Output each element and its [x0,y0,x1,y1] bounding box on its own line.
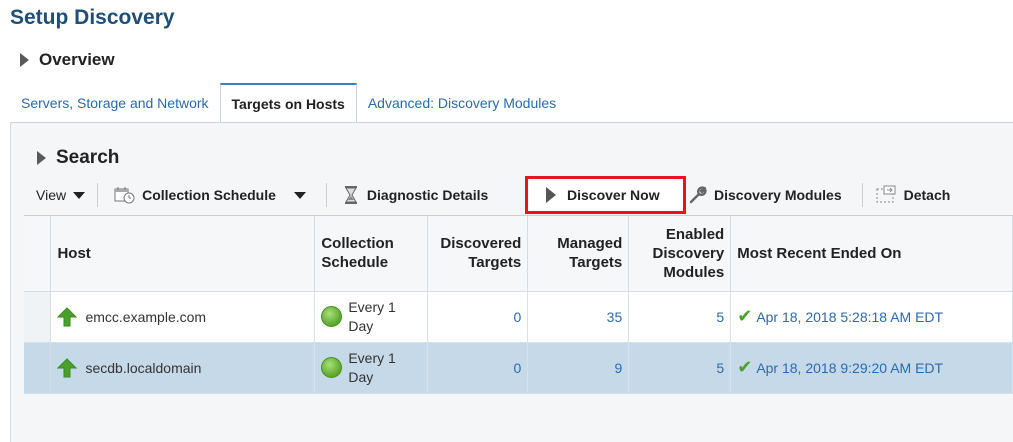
toolbar-divider [97,183,99,207]
managed-targets-link[interactable]: 9 [527,342,630,394]
disclosure-triangle-icon [20,53,29,67]
recent-cell: ✔ Apr 18, 2018 5:28:18 AM EDT [730,291,1013,343]
recent-cell: ✔ Apr 18, 2018 9:29:20 AM EDT [730,342,1013,394]
discovery-table: Host Collection Schedule Discovered Targ… [24,216,1013,394]
green-dot-icon [321,306,343,327]
tab-servers-storage-network[interactable]: Servers, Storage and Network [10,83,220,123]
discovery-table-container: Host Collection Schedule Discovered Targ… [24,215,1013,442]
overview-section-toggle[interactable]: Overview [20,50,115,70]
recent-ended-link[interactable]: Apr 18, 2018 9:29:20 AM EDT [756,360,943,376]
discovery-modules-button[interactable]: Discovery Modules [688,180,842,210]
column-header-managed-targets[interactable]: Managed Targets [527,216,630,292]
detach-icon [876,185,896,203]
overview-label: Overview [39,50,115,69]
checkmark-icon: ✔ [737,306,753,326]
toolbar-right: Discovery Modules Detach [688,176,1013,214]
row-selector[interactable] [24,342,52,394]
enabled-modules-link[interactable]: 5 [628,342,732,394]
column-header-discovered-targets[interactable]: Discovered Targets [427,216,529,292]
host-name: secdb.localdomain [85,359,202,376]
view-menu[interactable]: View [36,180,86,210]
view-label: View [36,187,67,203]
discovered-targets-link[interactable]: 0 [427,342,529,394]
toolbar-divider [861,183,863,207]
column-header-host[interactable]: Host [50,216,316,292]
host-cell: secdb.localdomain [50,342,316,394]
discover-now-label: Discover Now [567,187,660,203]
collection-schedule-button[interactable]: Collection Schedule [114,180,276,210]
discovery-modules-label: Discovery Modules [714,187,842,203]
disclosure-triangle-icon [37,151,46,165]
arrow-up-icon [57,357,78,377]
play-icon [546,187,556,203]
managed-targets-link[interactable]: 35 [527,291,630,343]
detach-button[interactable]: Detach [875,180,951,210]
detach-label: Detach [903,187,951,203]
schedule-cell: Every 1 Day [314,291,429,343]
checkmark-icon: ✔ [737,357,753,377]
row-selector-header [24,216,52,292]
tab-bar: Servers, Storage and Network Targets on … [10,83,567,123]
host-name: emcc.example.com [85,308,207,325]
wrench-icon [689,186,707,204]
column-header-enabled-discovery-modules[interactable]: Enabled Discovery Modules [628,216,732,292]
tab-targets-on-hosts[interactable]: Targets on Hosts [219,83,357,123]
search-label: Search [56,147,120,168]
discover-now-button[interactable]: Discover Now [525,176,686,214]
column-header-collection-schedule[interactable]: Collection Schedule [314,216,429,292]
host-cell: emcc.example.com [50,291,316,343]
toolbar-divider [325,183,327,207]
green-dot-icon [321,357,343,378]
discovered-targets-link[interactable]: 0 [427,291,529,343]
table-header-row: Host Collection Schedule Discovered Targ… [24,216,1013,292]
table-row[interactable]: emcc.example.com Every 1 Day 0 35 5 ✔ Ap… [24,291,1013,343]
collection-schedule-label: Collection Schedule [142,187,276,203]
calendar-clock-icon [114,187,135,204]
search-section-toggle[interactable]: Search [37,147,119,169]
hourglass-icon [344,186,357,204]
chevron-down-icon [73,191,86,199]
page-title: Setup Discovery [10,6,175,29]
row-selector[interactable] [24,291,52,343]
enabled-modules-link[interactable]: 5 [628,291,732,343]
recent-ended-link[interactable]: Apr 18, 2018 5:28:18 AM EDT [756,309,943,325]
arrow-up-icon [57,306,78,326]
diagnostic-details-button[interactable]: Diagnostic Details [343,180,488,210]
table-row[interactable]: secdb.localdomain Every 1 Day 0 9 5 ✔ Ap… [24,342,1013,394]
column-header-most-recent-ended-on[interactable]: Most Recent Ended On [730,216,1013,292]
diagnostic-details-label: Diagnostic Details [366,187,489,203]
schedule-cell: Every 1 Day [314,342,429,394]
collection-schedule-dropdown-icon[interactable] [293,191,306,199]
tab-advanced-discovery-modules[interactable]: Advanced: Discovery Modules [357,83,567,123]
